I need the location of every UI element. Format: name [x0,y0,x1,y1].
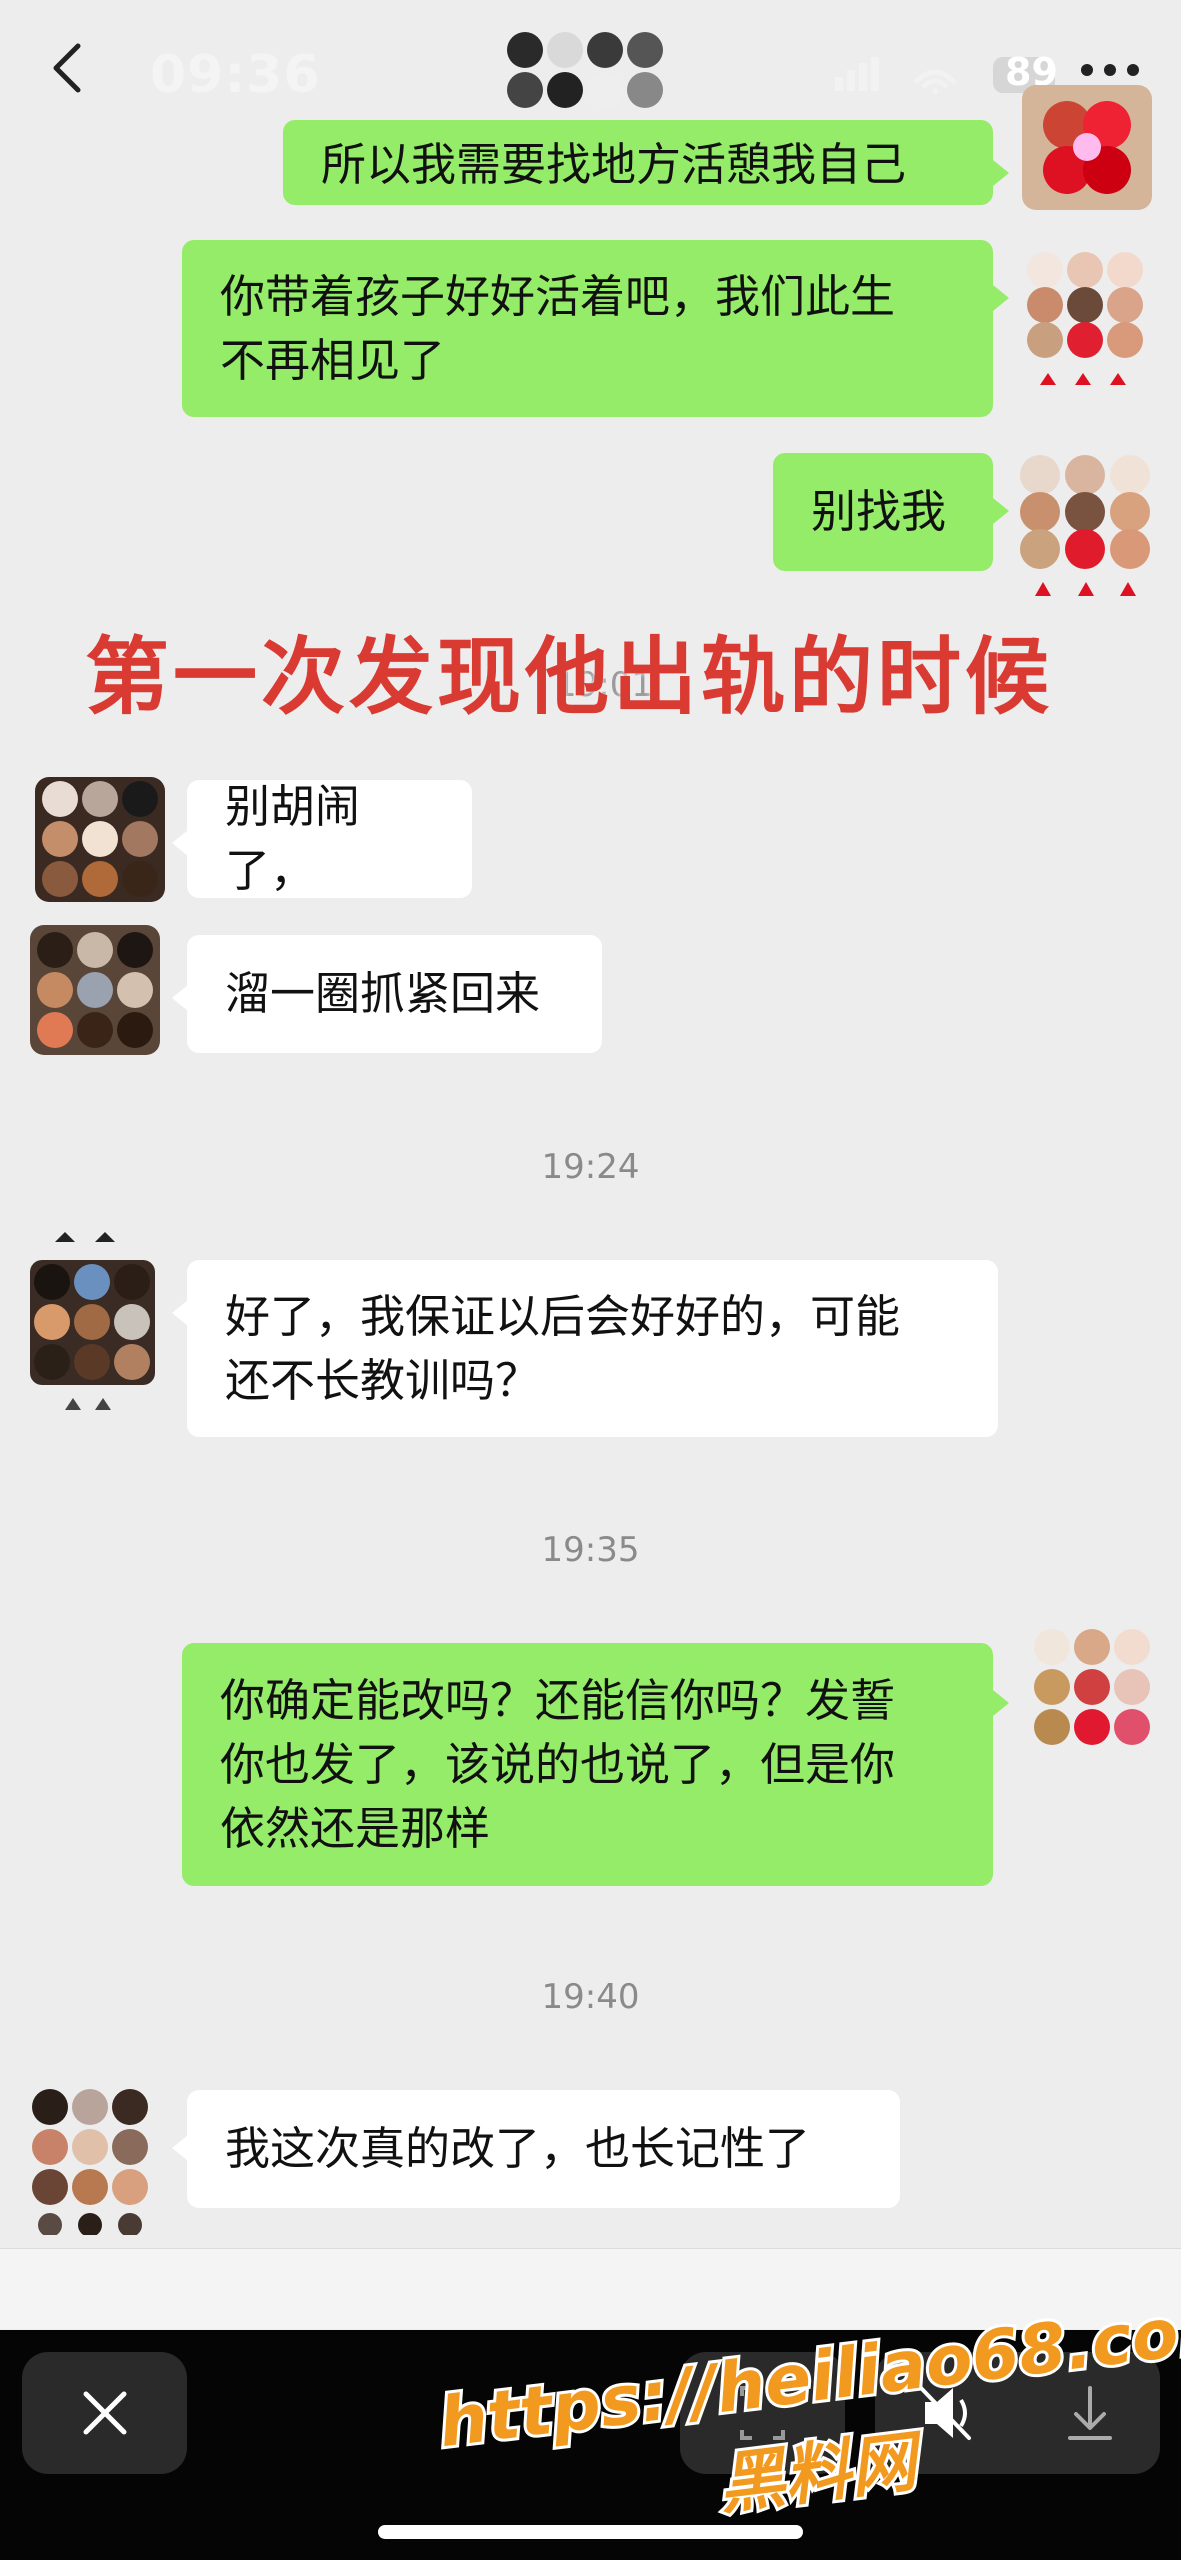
close-button[interactable] [22,2352,187,2474]
sent-bubble: 你带着孩子好好活着吧，我们此生 不再相见了 [182,240,993,417]
my-avatar[interactable] [1022,1625,1162,1770]
message-text: 别胡闹了， [225,780,361,897]
contact-avatar[interactable] [25,2085,165,2235]
timestamp: 19:40 [541,1977,640,2017]
received-bubble: 我这次真的改了，也长记性了 [187,2090,900,2208]
my-avatar[interactable] [1022,85,1152,210]
my-avatar[interactable] [1010,450,1160,600]
timestamp: 19:24 [541,1147,640,1187]
bubble-tail [993,285,1009,311]
message-text: 溜一圈抓紧回来 [225,967,541,1020]
message-line: 你也发了，该说的也说了，但是你 [220,1737,896,1791]
timestamp: 19:35 [541,1530,640,1570]
received-bubble: 好了，我保证以后会好好的，可能 还不长教训吗？ [187,1260,998,1437]
home-indicator [378,2525,803,2539]
contact-avatar[interactable] [35,777,165,902]
message-line: 你确定能改吗？还能信你吗？发誓 [220,1673,896,1727]
bubble-tail [172,830,188,856]
watermark-overlay: https://heiliao68.com 黑料网 [440,2290,1181,2520]
contact-avatar[interactable] [20,1232,160,1417]
status-time: 09:36 [150,45,321,105]
watermark-name: 黑料网 [714,2422,929,2520]
sent-bubble: 所以我需要找地方活憩我自己 [283,120,993,205]
message-line: 你带着孩子好好活着吧，我们此生 [220,269,896,323]
overlay-caption: 第一次发现他出轨的时候 [85,628,1054,726]
message-text: 我这次真的改了，也长记性了 [225,2122,811,2175]
contact-name-mosaic [507,32,663,108]
received-bubble: 别胡闹了， [187,780,472,898]
message-line: 不再相见了 [220,333,446,387]
sent-bubble: 你确定能改吗？还能信你吗？发誓 你也发了，该说的也说了，但是你 依然还是那样 [182,1643,993,1886]
bubble-tail [993,1690,1009,1716]
my-avatar[interactable] [1020,245,1150,395]
received-bubble: 溜一圈抓紧回来 [187,935,602,1053]
sent-bubble: 别找我 [773,453,993,571]
message-line: 还不长教训吗？ [225,1353,541,1407]
back-chevron-icon[interactable] [40,38,100,98]
bubble-tail [993,498,1009,524]
bubble-tail [172,2135,188,2161]
message-text: 别找我 [811,485,947,538]
close-icon [83,2391,127,2435]
bubble-tail [172,985,188,1011]
bubble-tail [172,1300,188,1326]
bubble-tail [993,160,1009,186]
message-text: 所以我需要找地方活憩我自己 [321,138,907,191]
contact-avatar[interactable] [30,925,160,1055]
message-line: 依然还是那样 [220,1801,491,1855]
message-line: 好了，我保证以后会好好的，可能 [225,1289,901,1343]
